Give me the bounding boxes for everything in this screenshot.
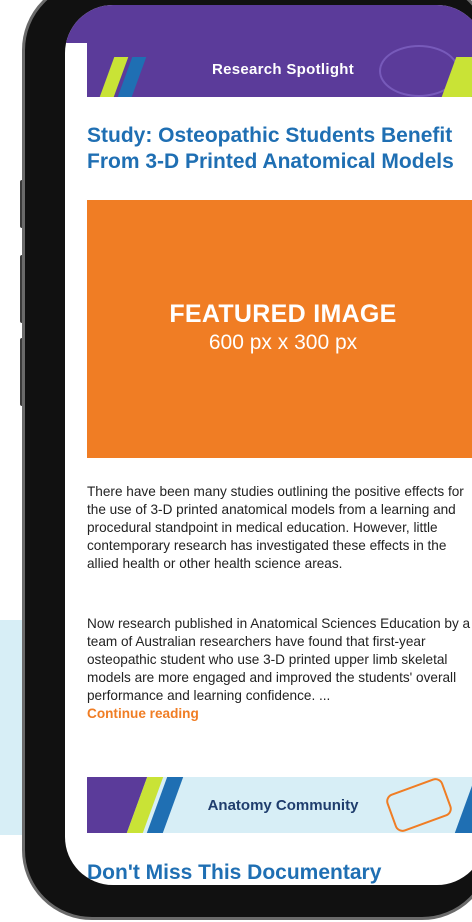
continue-reading-link[interactable]: Continue reading (87, 706, 199, 721)
article-title[interactable]: Study: Osteopathic Students Benefit From… (87, 123, 472, 175)
featured-image-size: 600 px x 300 px (208, 331, 358, 354)
research-spotlight-banner: Research Spotlight (87, 41, 472, 97)
article-paragraph-2: Now research published in Anatomical Sci… (87, 615, 472, 723)
banner2-label: Anatomy Community (207, 797, 359, 814)
phone-frame: Research Spotlight Study: Osteopathic St… (22, 0, 472, 920)
anatomy-community-banner: Anatomy Community (87, 777, 472, 833)
phone-screen: Research Spotlight Study: Osteopathic St… (65, 5, 472, 885)
featured-image-placeholder[interactable]: FEATURED IMAGE 600 px x 300 px (87, 200, 472, 458)
next-article-title[interactable]: Don't Miss This Documentary Screening at… (87, 861, 472, 885)
banner-label: Research Spotlight (211, 61, 355, 78)
featured-image-title: FEATURED IMAGE (169, 300, 397, 328)
article-paragraph-2-text: Now research published in Anatomical Sci… (87, 616, 471, 703)
article-paragraph-1: There have been many studies outlining t… (87, 484, 464, 571)
top-bar (65, 5, 472, 43)
